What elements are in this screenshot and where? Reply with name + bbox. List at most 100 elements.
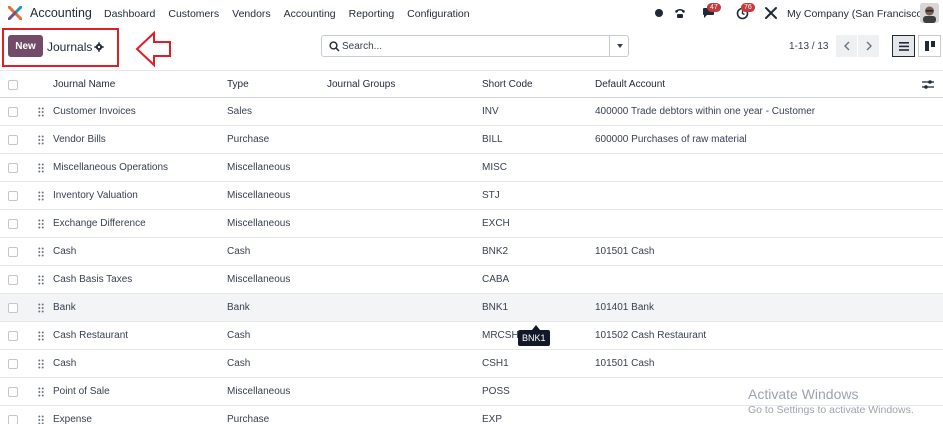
- clock-icon[interactable]: 76: [731, 3, 755, 22]
- cell-type[interactable]: Miscellaneous: [227, 218, 290, 229]
- optional-columns-icon[interactable]: [922, 79, 934, 90]
- drag-handle-icon[interactable]: [38, 163, 44, 173]
- cell-type[interactable]: Miscellaneous: [227, 190, 290, 201]
- cell-default-account[interactable]: 101501 Cash: [595, 358, 655, 369]
- table-row[interactable]: Cash Restaurant Cash MRCSH 101502 Cash Rest…: [0, 322, 943, 350]
- table-row[interactable]: Vendor Bills Purchase BILL 600000 Purchases…: [0, 126, 943, 154]
- drag-handle-icon[interactable]: [38, 359, 44, 369]
- drag-handle-icon[interactable]: [38, 135, 44, 145]
- column-header-default-account[interactable]: Default Account: [595, 79, 665, 90]
- column-header-type[interactable]: Type: [227, 79, 249, 90]
- menu-item-vendors[interactable]: Vendors: [232, 8, 271, 20]
- status-dot-icon[interactable]: [654, 4, 664, 22]
- cell-short-code[interactable]: STJ: [482, 190, 500, 201]
- cell-type[interactable]: Miscellaneous: [227, 386, 290, 397]
- row-checkbox[interactable]: [8, 219, 18, 229]
- table-row[interactable]: Bank Bank BNK1 101401 Bank: [0, 294, 943, 322]
- row-checkbox[interactable]: [8, 191, 18, 201]
- cell-journal-name[interactable]: Expense: [53, 414, 92, 424]
- drag-handle-icon[interactable]: [38, 191, 44, 201]
- cell-journal-name[interactable]: Inventory Valuation: [53, 190, 138, 201]
- cell-short-code[interactable]: MISC: [482, 162, 507, 173]
- drag-handle-icon[interactable]: [38, 275, 44, 285]
- cell-journal-name[interactable]: Cash Basis Taxes: [53, 274, 132, 285]
- row-checkbox[interactable]: [8, 247, 18, 257]
- table-row[interactable]: Inventory Valuation Miscellaneous STJ: [0, 182, 943, 210]
- drag-handle-icon[interactable]: [38, 331, 44, 341]
- cell-type[interactable]: Miscellaneous: [227, 274, 290, 285]
- menu-item-dashboard[interactable]: Dashboard: [104, 8, 155, 20]
- list-view-button[interactable]: [892, 35, 915, 57]
- pager-value[interactable]: 1-13 / 13: [789, 41, 828, 52]
- cell-type[interactable]: Cash: [227, 358, 250, 369]
- gear-icon[interactable]: [94, 42, 104, 52]
- cell-journal-name[interactable]: Cash Restaurant: [53, 330, 128, 341]
- select-all-checkbox[interactable]: [8, 80, 18, 90]
- drag-handle-icon[interactable]: [38, 107, 44, 117]
- cell-short-code[interactable]: MRCSH: [482, 330, 519, 341]
- cell-short-code[interactable]: CSH1: [482, 358, 509, 369]
- cell-type[interactable]: Cash: [227, 330, 250, 341]
- row-checkbox[interactable]: [8, 275, 18, 285]
- cell-type[interactable]: Purchase: [227, 414, 269, 424]
- drag-handle-icon[interactable]: [38, 415, 44, 424]
- column-header-journal-groups[interactable]: Journal Groups: [327, 79, 395, 90]
- cell-short-code[interactable]: BNK1: [482, 302, 508, 313]
- cell-short-code[interactable]: EXP: [482, 414, 502, 424]
- cell-short-code[interactable]: BNK2: [482, 246, 508, 257]
- cell-type[interactable]: Miscellaneous: [227, 162, 290, 173]
- table-row[interactable]: Cash Basis Taxes Miscellaneous CABA: [0, 266, 943, 294]
- cell-type[interactable]: Sales: [227, 106, 252, 117]
- app-logo-icon[interactable]: [8, 6, 22, 20]
- caret-down-icon[interactable]: [617, 44, 623, 48]
- row-checkbox[interactable]: [8, 107, 18, 117]
- company-switcher[interactable]: My Company (San Francisco): [787, 8, 926, 20]
- cell-journal-name[interactable]: Point of Sale: [53, 386, 110, 397]
- cell-journal-name[interactable]: Customer Invoices: [53, 106, 136, 117]
- cell-short-code[interactable]: BILL: [482, 134, 503, 145]
- phone-icon[interactable]: [673, 4, 687, 22]
- table-row[interactable]: Exchange Difference Miscellaneous EXCH: [0, 210, 943, 238]
- cell-short-code[interactable]: POSS: [482, 386, 510, 397]
- new-button[interactable]: New: [8, 35, 43, 57]
- menu-item-reporting[interactable]: Reporting: [349, 8, 395, 20]
- cell-type[interactable]: Bank: [227, 302, 250, 313]
- cell-type[interactable]: Cash: [227, 246, 250, 257]
- cell-default-account[interactable]: 101502 Cash Restaurant: [595, 330, 706, 341]
- table-row[interactable]: Cash Cash CSH1 101501 Cash: [0, 350, 943, 378]
- menu-item-configuration[interactable]: Configuration: [407, 8, 469, 20]
- cell-short-code[interactable]: INV: [482, 106, 499, 117]
- cell-journal-name[interactable]: Vendor Bills: [53, 134, 106, 145]
- cell-journal-name[interactable]: Cash: [53, 246, 76, 257]
- kanban-view-button[interactable]: [918, 35, 941, 57]
- table-row[interactable]: Cash Cash BNK2 101501 Cash: [0, 238, 943, 266]
- row-checkbox[interactable]: [8, 359, 18, 369]
- drag-handle-icon[interactable]: [38, 247, 44, 257]
- tools-icon[interactable]: [764, 4, 778, 22]
- user-avatar[interactable]: [920, 3, 939, 23]
- cell-default-account[interactable]: 101501 Cash: [595, 246, 655, 257]
- app-name[interactable]: Accounting: [30, 6, 92, 20]
- row-checkbox[interactable]: [8, 135, 18, 145]
- cell-default-account[interactable]: 101401 Bank: [595, 302, 654, 313]
- menu-item-accounting[interactable]: Accounting: [284, 8, 336, 20]
- column-header-journal-name[interactable]: Journal Name: [53, 79, 115, 90]
- cell-journal-name[interactable]: Bank: [53, 302, 76, 313]
- cell-short-code[interactable]: CABA: [482, 274, 509, 285]
- row-checkbox[interactable]: [8, 415, 18, 424]
- row-checkbox[interactable]: [8, 331, 18, 341]
- cell-default-account[interactable]: 600000 Purchases of raw material: [595, 134, 747, 145]
- table-row[interactable]: Miscellaneous Operations Miscellaneous MIS…: [0, 154, 943, 182]
- cell-journal-name[interactable]: Miscellaneous Operations: [53, 162, 168, 173]
- previous-page-button[interactable]: [836, 35, 857, 57]
- cell-default-account[interactable]: 400000 Trade debtors within one year - C…: [595, 106, 815, 117]
- cell-short-code[interactable]: EXCH: [482, 218, 510, 229]
- column-header-short-code[interactable]: Short Code: [482, 79, 533, 90]
- cell-journal-name[interactable]: Cash: [53, 358, 76, 369]
- row-checkbox[interactable]: [8, 163, 18, 173]
- row-checkbox[interactable]: [8, 303, 18, 313]
- table-row[interactable]: Customer Invoices Sales INV 400000 Trade de…: [0, 98, 943, 126]
- cell-type[interactable]: Purchase: [227, 134, 269, 145]
- next-page-button[interactable]: [858, 35, 879, 57]
- drag-handle-icon[interactable]: [38, 387, 44, 397]
